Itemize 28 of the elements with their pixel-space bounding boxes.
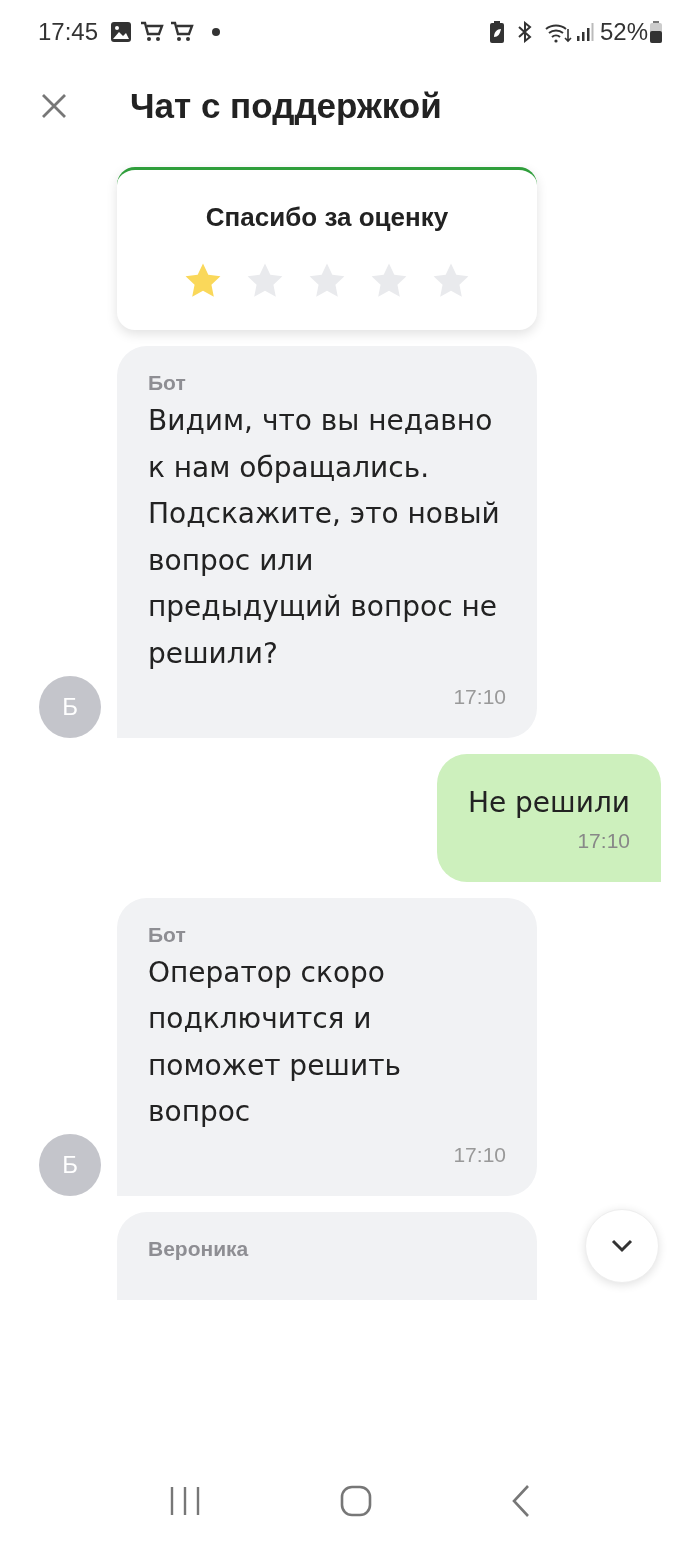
rating-title: Спасибо за оценку [205,201,449,234]
message-time: 17:10 [453,683,506,710]
back-icon[interactable] [510,1484,531,1518]
message-time: 17:10 [577,827,630,854]
battery-saver-icon [489,21,504,43]
message-text: Не решили [467,784,630,821]
cart-icon [170,21,195,43]
home-icon[interactable] [340,1485,372,1517]
message-text: Оператор скоро подключится и поможет решить вопрос [148,954,402,1131]
avatar: Б [39,1133,101,1196]
dot-icon [212,28,221,36]
message-time: 17:10 [453,1141,506,1168]
image-icon [110,21,133,43]
recent-apps-icon[interactable] [169,1486,202,1516]
signal-icon [575,21,594,43]
sender-name: Бот [148,921,187,948]
status-time: 17:45 [38,17,99,47]
sender-name: Бот [148,370,187,396]
chat-title: Чат с поддержкой [130,84,442,127]
battery-percent: 52% [599,17,648,47]
avatar: Б [39,675,101,738]
message-text: Видим, что вы недавно к нам обращались. Подскажите, это новый вопрос или предыдущий вопрос не решили? [148,403,501,672]
chevron-down-icon [611,1239,633,1253]
scroll-down-button[interactable] [585,1209,659,1283]
close-icon [41,93,67,119]
battery-icon [650,21,662,43]
sender-name: Вероника [148,1235,250,1262]
cart-icon [140,21,165,43]
